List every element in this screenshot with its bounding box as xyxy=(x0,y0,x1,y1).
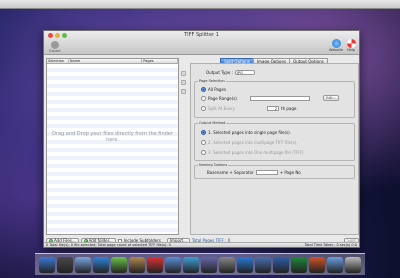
app-window: TIFF Splitter 1 Export Website Help Sele… xyxy=(43,30,360,248)
ical-icon[interactable] xyxy=(147,257,163,273)
safari-icon[interactable] xyxy=(93,257,109,273)
split-every-radio[interactable] xyxy=(201,106,206,111)
menu-bar xyxy=(0,0,400,9)
column-selection[interactable]: Selection xyxy=(47,59,69,63)
status-right: Total Time Takes : 0 sec(s) 0:0 xyxy=(304,243,358,247)
output-type-row: Output Type : JPG xyxy=(206,70,255,75)
ichat-icon[interactable] xyxy=(111,257,127,273)
all-pages-label: All Pages xyxy=(208,87,226,92)
drop-hint: Drag and Drop your files directly from t… xyxy=(52,131,173,143)
file-list[interactable]: Selection Name Pages Drag and Drop your … xyxy=(46,58,179,235)
clear-list-icon[interactable] xyxy=(181,80,186,85)
title-bar: TIFF Splitter 1 Export Website Help xyxy=(44,31,359,55)
output-type-label: Output Type : xyxy=(206,70,233,75)
page-selection-group: Page Selection All Pages Page Range(s) E… xyxy=(194,79,355,118)
export-label: Export xyxy=(49,49,61,53)
split-options-pane: Output Type : JPG Page Selection All Pag… xyxy=(190,63,359,235)
th-page-label: th page. xyxy=(281,106,298,111)
split-every-label: Split At Every xyxy=(208,106,236,111)
method1-label: 1. Selected pages into single page file(… xyxy=(208,130,291,135)
options-panel: Split Options Image Options Output Optio… xyxy=(190,58,359,235)
website-button[interactable]: Website xyxy=(329,39,343,52)
lifebuoy-icon xyxy=(346,39,356,48)
word-icon[interactable] xyxy=(273,257,289,273)
website-label: Website xyxy=(329,48,343,52)
finder-icon[interactable] xyxy=(39,257,55,273)
status-bar: 0 Total file(s); 0 file selected; Total … xyxy=(44,242,359,247)
page-selection-title: Page Selection xyxy=(198,79,226,83)
naming-group: Naming Options Basename + Separator + Pa… xyxy=(194,163,355,179)
downloads-icon[interactable] xyxy=(327,257,343,273)
output-type-select[interactable]: JPG xyxy=(234,70,255,75)
page-ranges-label: Page Range(s) xyxy=(208,96,237,101)
method1-radio[interactable] xyxy=(201,130,206,135)
method3-radio[interactable] xyxy=(201,150,206,155)
naming-title: Naming Options xyxy=(198,163,229,167)
export-icon xyxy=(51,41,59,49)
list-side-buttons xyxy=(181,71,187,98)
help-label: Help xyxy=(347,48,355,52)
export-button[interactable]: Export xyxy=(48,41,62,53)
move-icon[interactable] xyxy=(181,89,186,94)
preview-icon[interactable] xyxy=(165,257,181,273)
mail-icon[interactable] xyxy=(75,257,91,273)
globe-icon xyxy=(331,39,341,48)
status-left: 0 Total file(s); 0 file selected; Total … xyxy=(46,243,171,247)
address-book-icon[interactable] xyxy=(129,257,145,273)
remove-file-icon[interactable] xyxy=(181,71,186,76)
method3-label: 3. Selected pages into One multipage fil… xyxy=(208,150,305,155)
all-pages-radio[interactable] xyxy=(201,87,206,92)
method2-label: 2. Selected pages into multipage TIFF fi… xyxy=(208,140,298,145)
page-ranges-radio[interactable] xyxy=(201,96,206,101)
column-pages[interactable]: Pages xyxy=(142,59,178,63)
method2-radio[interactable] xyxy=(201,140,206,145)
xcode-icon[interactable] xyxy=(255,257,271,273)
output-method-group: Output Method 1. Selected pages into sin… xyxy=(194,121,355,161)
excel-icon[interactable] xyxy=(291,257,307,273)
dock xyxy=(35,253,365,275)
help-button[interactable]: Help xyxy=(344,39,358,52)
edit-button[interactable]: Edit... xyxy=(323,95,340,101)
page-ranges-input[interactable] xyxy=(250,96,310,101)
naming-suffix-label: + Page No xyxy=(279,170,301,175)
itunes-icon[interactable] xyxy=(183,257,199,273)
naming-prefix-label: Basename + Separator xyxy=(207,170,254,175)
system-preferences-icon[interactable] xyxy=(219,257,235,273)
dashboard-icon[interactable] xyxy=(57,257,73,273)
powerpoint-icon[interactable] xyxy=(309,257,325,273)
window-title: TIFF Splitter 1 xyxy=(184,32,219,38)
trash-icon[interactable] xyxy=(345,257,361,273)
split-every-input[interactable]: 2 xyxy=(267,106,279,111)
column-name[interactable]: Name xyxy=(69,59,143,63)
output-method-title: Output Method xyxy=(198,121,227,125)
separator-input[interactable] xyxy=(255,170,278,175)
app-store-icon[interactable] xyxy=(237,257,253,273)
iphoto-icon[interactable] xyxy=(201,257,217,273)
file-list-rows xyxy=(47,64,178,234)
